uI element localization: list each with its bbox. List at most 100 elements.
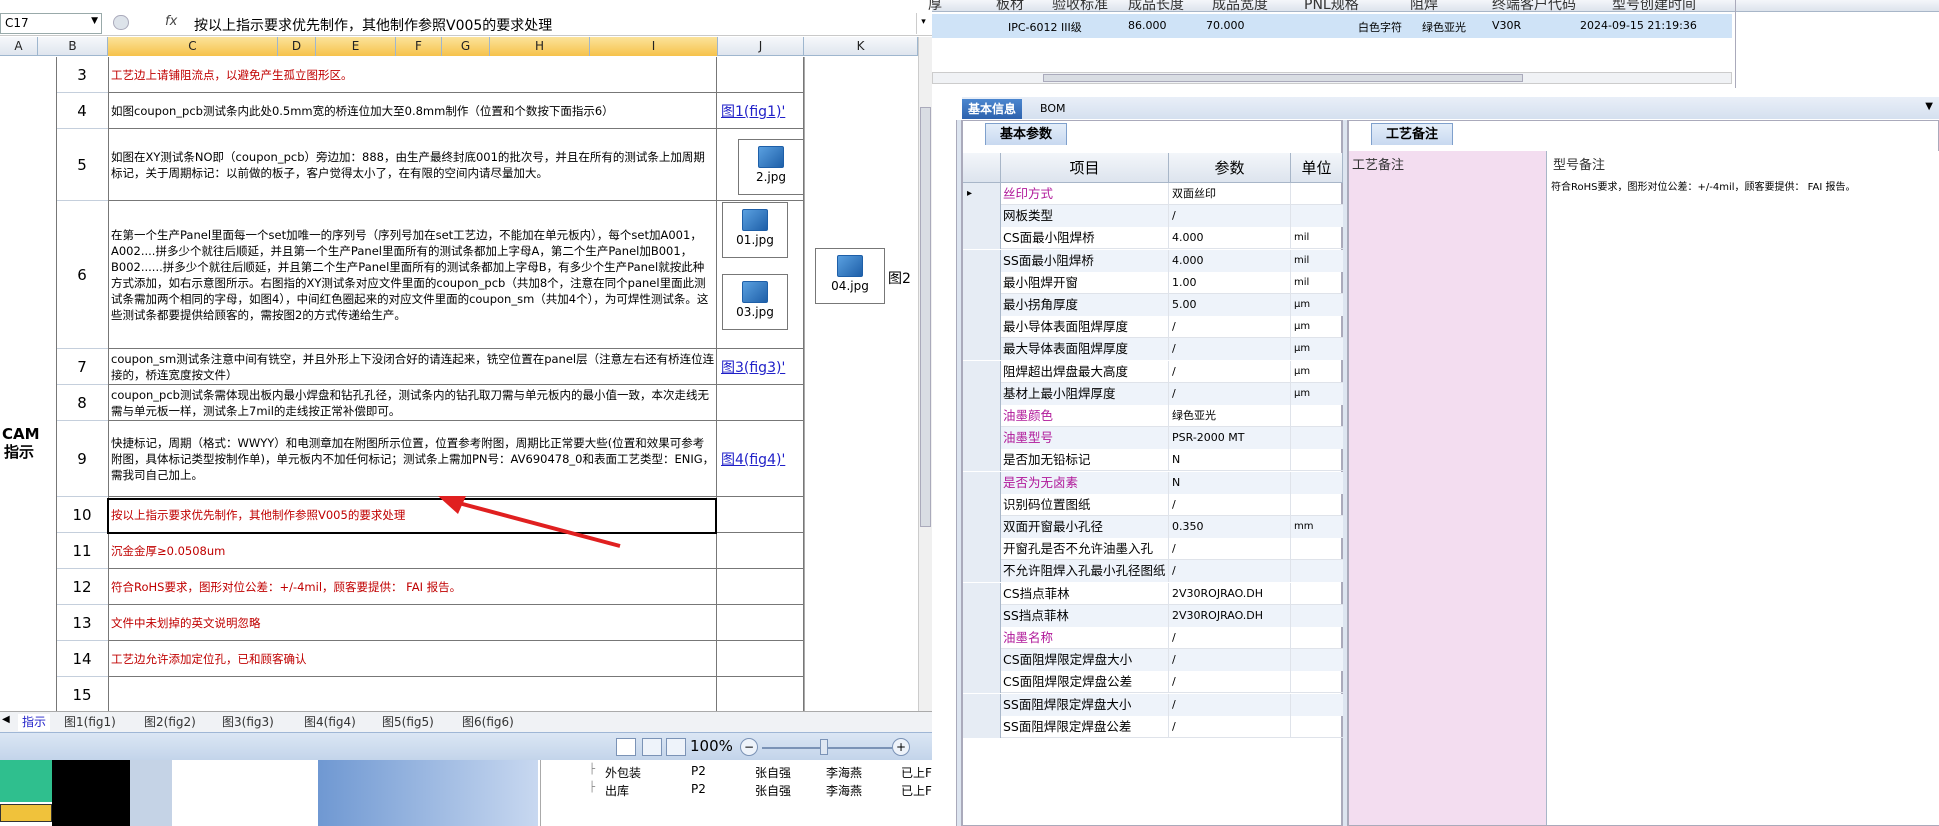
param-row[interactable]: 基材上最小阻焊厚度 / μm — [963, 382, 1343, 405]
link-cell[interactable] — [716, 57, 804, 93]
param-row[interactable]: CS面阻焊限定焊盘大小 / — [963, 649, 1343, 672]
param-row[interactable]: SS挡点菲林 2V30ROJRAO.DH — [963, 604, 1343, 627]
param-value[interactable]: / — [1169, 538, 1291, 561]
column-header-h[interactable]: H — [490, 37, 590, 56]
param-value[interactable]: N — [1169, 449, 1291, 472]
column-header-e[interactable]: E — [316, 37, 396, 56]
column-header-a[interactable]: A — [0, 37, 38, 56]
param-row[interactable]: CS挡点菲林 2V30ROJRAO.DH — [963, 582, 1343, 605]
model-note-area[interactable]: 型号备注 符合RoHS要求，图形对位公差：+/-4mil，顾客要提供： FAI … — [1547, 151, 1939, 825]
function-wizard-icon[interactable] — [113, 15, 129, 30]
instruction-cell[interactable]: 文件中未划掉的英文说明忽略 — [108, 605, 718, 641]
param-row[interactable]: 识别码位置图纸 / — [963, 493, 1343, 516]
link-cell[interactable] — [716, 605, 804, 641]
param-row[interactable]: 不允许阻焊入孔最小孔径图纸 / — [963, 560, 1343, 583]
param-row[interactable]: 开窗孔是否不允许油墨入孔 / — [963, 538, 1343, 561]
param-row[interactable]: 最小阻焊开窗 1.00 mil — [963, 271, 1343, 294]
column-header-f[interactable]: F — [396, 37, 442, 56]
param-row[interactable]: 最大导体表面阻焊厚度 / μm — [963, 338, 1343, 361]
chevron-down-icon[interactable]: ▼ — [1925, 101, 1933, 112]
param-row[interactable]: 是否加无铅标记 N — [963, 449, 1343, 472]
instruction-cell[interactable]: 如图在XY测试条NO即（coupon_pcb）旁边加：888，由生产最终封底00… — [108, 129, 718, 201]
tab-nav-icon[interactable]: ◀ — [2, 714, 10, 725]
sheet-tab[interactable]: 图5(fig5) — [378, 714, 438, 731]
file-thumbnail-04[interactable]: 04.jpg — [815, 248, 885, 304]
formula-expand-icon[interactable]: ▾ — [916, 13, 930, 34]
file-thumbnail-03[interactable]: 03.jpg — [722, 274, 788, 330]
grid-header[interactable]: 成品宽度 — [1212, 0, 1268, 14]
param-row[interactable]: 是否为无卤素 N — [963, 471, 1343, 494]
param-row[interactable]: 阻焊超出焊盘最大高度 / μm — [963, 360, 1343, 383]
zoom-level[interactable]: 100% — [690, 737, 733, 755]
param-value[interactable]: 4.000 — [1169, 227, 1291, 250]
param-row[interactable]: 网板类型 / — [963, 205, 1343, 228]
param-row[interactable]: ▸ 丝印方式 双面丝印 — [963, 183, 1343, 205]
param-value[interactable]: 双面丝印 — [1169, 183, 1291, 205]
column-header-j[interactable]: J — [718, 37, 804, 56]
instruction-cell[interactable]: 在第一个生产Panel里面每一个set加唯一的序列号（序列号加在set工艺边，不… — [108, 201, 718, 349]
param-row[interactable]: 最小拐角厚度 5.00 μm — [963, 294, 1343, 316]
fx-label[interactable]: fx — [165, 14, 177, 29]
horizontal-scrollbar[interactable] — [932, 72, 1732, 84]
column-header-c[interactable]: C — [108, 37, 278, 56]
grid-header[interactable]: 厚 — [928, 0, 942, 14]
instruction-cell[interactable]: coupon_sm测试条注意中间有铣空，并且外形上下没闭合好的请连起来，铣空位置… — [108, 349, 718, 385]
scroll-thumb[interactable] — [1043, 74, 1523, 82]
col-unit[interactable]: 单位 — [1291, 153, 1343, 183]
instruction-cell[interactable]: 工艺边允许添加定位孔，已和顾客确认 — [108, 641, 718, 677]
tab-basic-info[interactable]: 基本信息 — [962, 99, 1023, 119]
param-value[interactable]: / — [1169, 693, 1291, 716]
column-header-b[interactable]: B — [38, 37, 108, 56]
param-value[interactable]: / — [1169, 560, 1291, 583]
grid-header[interactable]: 板材 — [996, 0, 1024, 14]
param-row[interactable]: 油墨颜色 绿色亚光 — [963, 405, 1343, 427]
file-thumbnail-01[interactable]: 01.jpg — [722, 202, 788, 258]
sheet-tab[interactable]: 图3(fig3) — [218, 714, 278, 731]
chevron-down-icon[interactable]: ▼ — [91, 16, 98, 26]
col-item[interactable]: 项目 — [1001, 153, 1169, 183]
param-value[interactable]: / — [1169, 316, 1291, 339]
column-header-g[interactable]: G — [442, 37, 490, 56]
instruction-cell[interactable]: coupon_pcb测试条需体现出板内最小焊盘和钻孔孔径，测试条内的钻孔取刀需与… — [108, 385, 718, 421]
link-cell[interactable] — [716, 385, 804, 421]
param-row[interactable]: CS面最小阻焊桥 4.000 mil — [963, 227, 1343, 250]
param-value[interactable]: 0.350 — [1169, 516, 1291, 538]
zoom-out-icon[interactable]: − — [740, 738, 758, 756]
link-cell[interactable] — [716, 533, 804, 569]
param-value[interactable]: / — [1169, 360, 1291, 383]
param-value[interactable]: 2V30ROJRAO.DH — [1169, 582, 1291, 605]
instruction-cell[interactable]: 工艺边上请铺阻流点，以避免产生孤立图形区。 — [108, 57, 718, 93]
param-value[interactable]: / — [1169, 715, 1291, 738]
param-row[interactable]: 油墨名称 / — [963, 627, 1343, 649]
param-value[interactable]: 1.00 — [1169, 271, 1291, 294]
grid-header[interactable]: 型号创建时间 — [1612, 0, 1696, 14]
sheet-tab[interactable]: 图4(fig4) — [300, 714, 360, 731]
tab-bom[interactable]: BOM — [1034, 99, 1072, 119]
param-value[interactable]: 2V30ROJRAO.DH — [1169, 604, 1291, 627]
param-row[interactable]: 最小导体表面阻焊厚度 / μm — [963, 316, 1343, 339]
column-header-i[interactable]: I — [590, 37, 718, 56]
scroll-thumb[interactable] — [920, 107, 931, 527]
tab-basic-params[interactable]: 基本参数 — [985, 123, 1068, 145]
instruction-cell[interactable]: 如图coupon_pcb测试条内此处0.5mm宽的桥连位加大至0.8mm制作（位… — [108, 93, 718, 129]
figure-link[interactable]: 图4(fig4)' — [721, 449, 785, 469]
zoom-in-icon[interactable]: + — [892, 738, 910, 756]
param-value[interactable]: 5.00 — [1169, 294, 1291, 316]
sheet-tab[interactable]: 图2(fig2) — [140, 714, 200, 731]
grid-header[interactable]: 成品长度 — [1128, 0, 1184, 14]
page-layout-icon[interactable] — [642, 738, 662, 756]
link-cell[interactable] — [716, 677, 804, 711]
link-cell[interactable]: 图1(fig1)' — [716, 93, 804, 129]
grid-header[interactable]: 阻焊 — [1410, 0, 1438, 14]
column-header-k[interactable]: K — [804, 37, 918, 56]
param-value[interactable]: / — [1169, 382, 1291, 405]
instruction-cell[interactable]: 符合RoHS要求，图形对位公差：+/-4mil，顾客要提供： FAI 报告。 — [108, 569, 718, 605]
normal-view-icon[interactable] — [616, 738, 636, 756]
param-value[interactable]: 绿色亚光 — [1169, 405, 1291, 427]
link-cell[interactable] — [716, 641, 804, 677]
file-thumbnail-2[interactable]: 2.jpg — [738, 139, 804, 195]
param-row[interactable]: SS面最小阻焊桥 4.000 mil — [963, 249, 1343, 272]
formula-input[interactable]: 按以上指示要求优先制作，其他制作参照V005的要求处理 — [190, 13, 914, 34]
param-value[interactable]: PSR-2000 MT — [1169, 427, 1291, 450]
param-value[interactable]: N — [1169, 471, 1291, 494]
